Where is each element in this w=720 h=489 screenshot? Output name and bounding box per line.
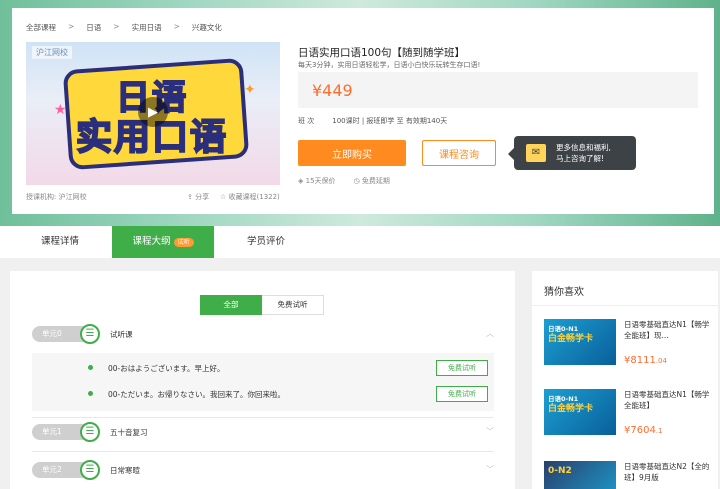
recommend-item[interactable]: 日语0-N1 白金畅学卡 日语零基础直达N1【畅学全能班】现... ¥8111.0… bbox=[544, 319, 714, 369]
recommend-thumb: 日语0-N1 白金畅学卡 bbox=[544, 389, 616, 435]
unit-name: 日常寒暄 bbox=[110, 466, 140, 475]
course-tabs: 课程详情 课程大纲 试听 学员评价 bbox=[0, 226, 720, 258]
share-label: 分享 bbox=[195, 193, 210, 201]
course-meta: 班 次 100课时 | 报班即学 至 有效期140天 bbox=[298, 116, 447, 126]
thumb-text: 白金畅学卡 bbox=[548, 404, 594, 414]
price-box: ¥449 bbox=[298, 72, 698, 108]
unit-name: 试听课 bbox=[110, 330, 133, 339]
lesson-title: 00-おはようございます。早上好。 bbox=[108, 364, 225, 373]
bullet-icon bbox=[88, 365, 93, 370]
thumb-text: 白金畅学卡 bbox=[548, 334, 594, 344]
lesson-item[interactable]: 00-おはようございます。早上好。 免费试听 bbox=[32, 357, 494, 379]
recommend-panel: 猜你喜欢 日语0-N1 白金畅学卡 日语零基础直达N1【畅学全能班】现... ¥8… bbox=[532, 271, 718, 489]
thumb-text: 0-N2 bbox=[548, 466, 572, 476]
tab-student-reviews[interactable]: 学员评价 bbox=[218, 226, 314, 258]
filter-free-trial[interactable]: 免费试听 bbox=[262, 295, 324, 315]
breadcrumb: 全部课程 > 日语 > 实用日语 > 兴趣文化 bbox=[26, 22, 234, 33]
divider bbox=[32, 417, 494, 418]
free-trial-button[interactable]: 免费试听 bbox=[436, 360, 488, 376]
filter-all[interactable]: 全部 bbox=[200, 295, 262, 315]
buy-now-button[interactable]: 立即购买 bbox=[298, 140, 406, 166]
list-icon: ☰ bbox=[80, 422, 100, 442]
tab-course-outline[interactable]: 课程大纲 试听 bbox=[112, 226, 214, 258]
divider bbox=[532, 305, 718, 306]
breadcrumb-separator: > bbox=[173, 22, 180, 31]
meta-label: 班 次 bbox=[298, 117, 315, 125]
collect-button[interactable]: ☆ 收藏课程(1322) bbox=[220, 192, 280, 202]
course-title: 日语实用口语100句【随到随学班】 bbox=[298, 47, 466, 59]
recommend-item-title: 日语零基础直达N1【畅学全能班】现... bbox=[624, 320, 710, 340]
consult-tip[interactable]: ✉ 更多信息和福利, 马上咨询了解! bbox=[508, 136, 636, 170]
chevron-down-icon[interactable]: ﹀ bbox=[486, 464, 494, 475]
recommend-item-title: 日语零基础直达N1【畅学全能班】 bbox=[624, 390, 710, 410]
unit-name: 五十音复习 bbox=[110, 428, 148, 437]
lesson-title: 00-ただいま。お帰りなさい。我回来了。你回来啦。 bbox=[108, 390, 285, 399]
tip-line1: 更多信息和福利, bbox=[556, 143, 611, 152]
guarantee-label: 免费延期 bbox=[361, 177, 390, 185]
gift-icon: ✉ bbox=[526, 144, 546, 162]
course-cover-video[interactable]: 沪江网校 日语 实用口语 ★ ✦ ▶ bbox=[26, 42, 280, 185]
recommend-thumb: 日语0-N1 白金畅学卡 bbox=[544, 319, 616, 365]
tab-course-detail[interactable]: 课程详情 bbox=[12, 226, 108, 258]
course-subtitle: 每天3分钟，实用日语轻松学，日语小白快乐玩转生存口语! bbox=[298, 61, 481, 69]
recommend-title: 猜你喜欢 bbox=[544, 287, 584, 298]
price-decimal: .1 bbox=[655, 427, 663, 435]
meta-value: 100课时 | 报班即学 至 有效期140天 bbox=[332, 117, 448, 125]
price-decimal: .04 bbox=[655, 357, 667, 365]
guarantee-item: ◷ 免费延期 bbox=[354, 176, 390, 186]
recommend-item-price: ¥8111.04 bbox=[624, 355, 667, 366]
clock-icon: ◷ bbox=[353, 177, 362, 185]
thumb-text: 日语0-N1 bbox=[548, 325, 579, 333]
play-icon[interactable]: ▶ bbox=[138, 97, 168, 127]
lesson-list: 00-おはようございます。早上好。 免费试听 00-ただいま。お帰りなさい。我回… bbox=[32, 353, 494, 411]
teacher-org: 授课机构: 沪江网校 bbox=[26, 193, 87, 201]
star-outline-icon: ☆ bbox=[220, 193, 229, 201]
recommend-item-title: 日语零基础直达N2【全的班】9月版 bbox=[624, 462, 710, 482]
breadcrumb-item[interactable]: 兴趣文化 bbox=[192, 22, 222, 33]
star-icon: ✦ bbox=[244, 82, 256, 98]
breadcrumb-separator: > bbox=[113, 22, 120, 31]
breadcrumb-item[interactable]: 日语 bbox=[86, 22, 101, 33]
star-icon: ★ bbox=[54, 102, 67, 118]
unit-row[interactable]: 单元1 ☰ 五十音复习 ﹀ bbox=[32, 419, 494, 445]
recommend-item[interactable]: 0-N2 日语零基础直达N2【全的班】9月版 bbox=[544, 461, 714, 489]
share-icon: ⇪ bbox=[187, 193, 196, 201]
list-icon: ☰ bbox=[80, 460, 100, 480]
recommend-item[interactable]: 日语0-N1 白金畅学卡 日语零基础直达N1【畅学全能班】 ¥7604.1 bbox=[544, 389, 714, 439]
breadcrumb-separator: > bbox=[68, 22, 75, 31]
guarantee-item: ◈ 15天保价 bbox=[298, 176, 336, 186]
guarantee-label: 15天保价 bbox=[305, 177, 336, 185]
course-header-card: 全部课程 > 日语 > 实用日语 > 兴趣文化 沪江网校 日语 实用口语 ★ ✦… bbox=[12, 8, 714, 214]
recommend-thumb: 0-N2 bbox=[544, 461, 616, 489]
divider bbox=[32, 451, 494, 452]
course-price: ¥449 bbox=[312, 81, 353, 100]
shield-icon: ◈ bbox=[298, 177, 306, 185]
recommend-item-price: ¥7604.1 bbox=[624, 425, 663, 436]
chevron-up-icon[interactable]: ︿ bbox=[486, 328, 494, 339]
bullet-icon bbox=[88, 391, 93, 396]
thumb-text: 日语0-N1 bbox=[548, 395, 579, 403]
lesson-item[interactable]: 00-ただいま。お帰りなさい。我回来了。你回来啦。 免费试听 bbox=[32, 383, 494, 405]
unit-row[interactable]: 单元2 ☰ 日常寒暄 ﹀ bbox=[32, 457, 494, 483]
price-main: ¥8111 bbox=[624, 355, 656, 366]
unit-row[interactable]: 单元0 ☰ 试听课 ︿ bbox=[32, 321, 494, 347]
collect-label: 收藏课程(1322) bbox=[228, 193, 280, 201]
guarantees: ◈ 15天保价 ◷ 免费延期 bbox=[298, 176, 390, 186]
tab-label: 学员评价 bbox=[246, 236, 285, 247]
free-trial-button[interactable]: 免费试听 bbox=[436, 386, 488, 402]
list-icon: ☰ bbox=[80, 324, 100, 344]
consult-button[interactable]: 课程咨询 bbox=[422, 140, 496, 166]
breadcrumb-item[interactable]: 全部课程 bbox=[26, 22, 56, 33]
breadcrumb-item[interactable]: 实用日语 bbox=[132, 22, 162, 33]
tab-label: 课程详情 bbox=[40, 236, 79, 247]
chevron-down-icon[interactable]: ﹀ bbox=[486, 426, 494, 437]
cover-logo: 沪江网校 bbox=[32, 46, 72, 59]
tip-line2: 马上咨询了解! bbox=[556, 154, 605, 163]
outline-filter: 全部 免费试听 bbox=[200, 295, 324, 315]
price-main: ¥7604 bbox=[624, 425, 656, 436]
tab-label: 课程大纲 bbox=[132, 236, 171, 247]
trial-badge: 试听 bbox=[173, 238, 194, 247]
outline-panel: 全部 免费试听 单元0 ☰ 试听课 ︿ 00-おはようございます。早上好。 免费… bbox=[10, 271, 515, 489]
share-button[interactable]: ⇪ 分享 bbox=[187, 192, 209, 202]
